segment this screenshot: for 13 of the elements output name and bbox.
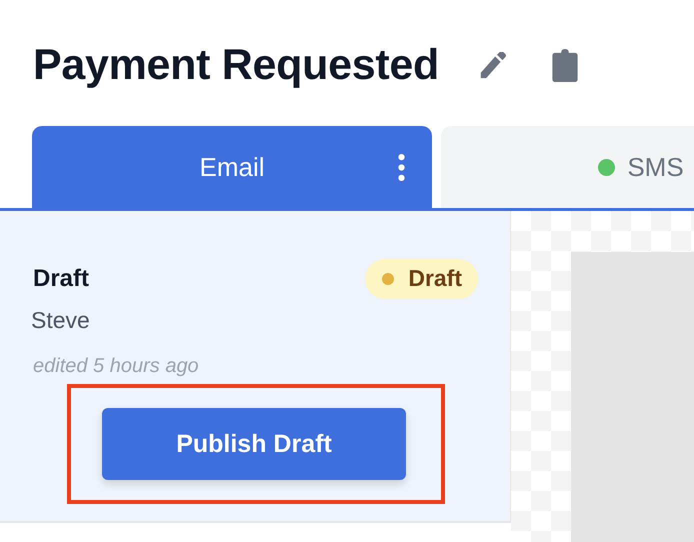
tab[interactable]: Email (32, 126, 432, 208)
tab-label: Email (199, 152, 264, 182)
edited-time: edited 5 hours ago (32, 354, 199, 378)
clipboard-icon[interactable] (552, 48, 578, 82)
page-title: Payment Requested (33, 40, 439, 90)
edit-icon[interactable] (478, 52, 506, 78)
author-name: Steve (30, 306, 90, 334)
more-icon[interactable] (398, 154, 405, 181)
publish-button[interactable]: Publish Draft (102, 408, 406, 480)
draft-title: Draft (33, 265, 90, 293)
tab[interactable]: SMS (441, 126, 694, 208)
tab-label: SMS (627, 152, 684, 182)
status-badge: Draft (365, 259, 478, 299)
